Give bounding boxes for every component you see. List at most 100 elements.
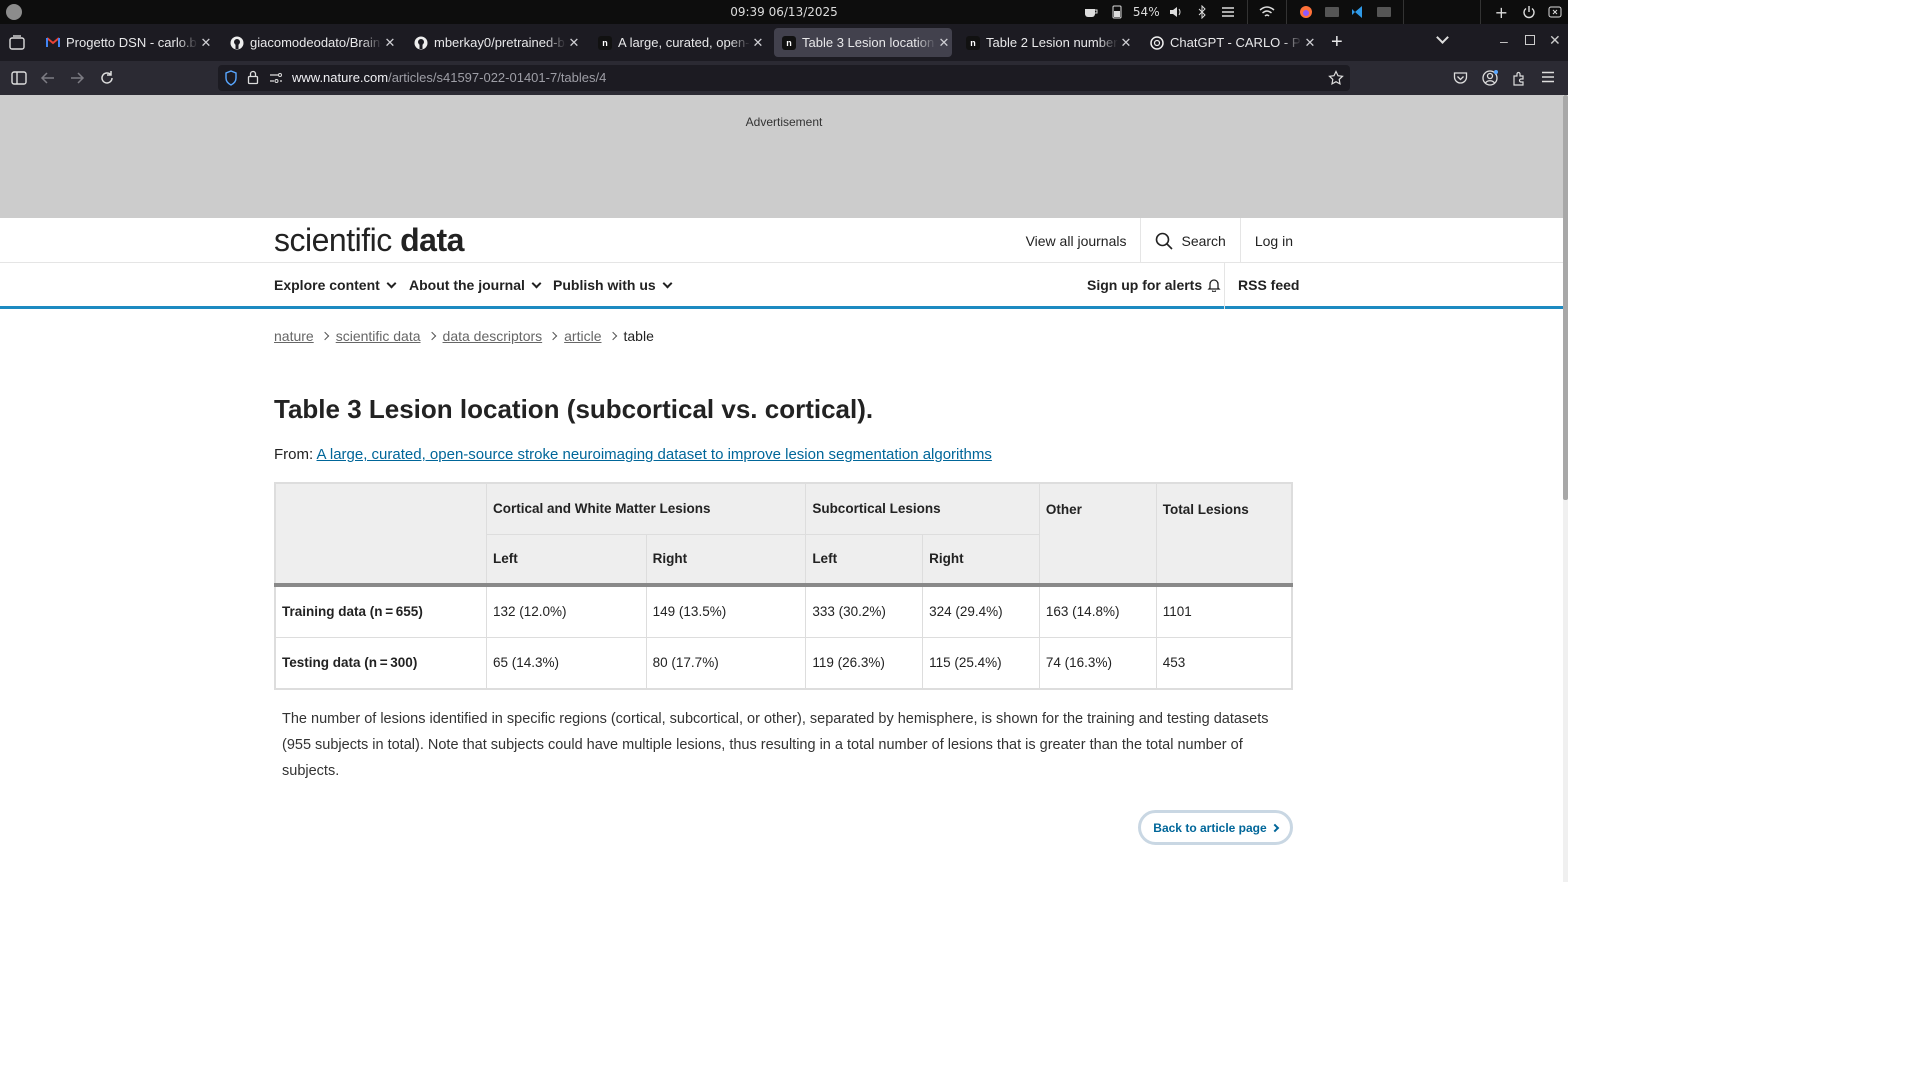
breadcrumb-article[interactable]: article [564,328,601,344]
tab-table-2[interactable]: n Table 2 Lesion number a ✕ [958,28,1134,57]
table-row: Training data (n = 655) 132 (12.0%) 149 … [274,584,1293,638]
from-label: From: [274,446,314,463]
tab-table-3[interactable]: n Table 3 Lesion location (s ✕ [774,28,952,57]
publish-with-us-menu[interactable]: Publish with us [553,277,673,293]
nature-icon: n [598,35,612,50]
breadcrumb-scientific-data[interactable]: scientific data [336,328,421,344]
bell-icon [1207,279,1221,292]
close-tab-icon[interactable]: ✕ [750,35,766,51]
close-tab-icon[interactable]: ✕ [1118,35,1134,51]
scrollbar-thumb[interactable] [1563,95,1568,500]
bluetooth-icon[interactable] [1194,5,1210,19]
back-to-article-button[interactable]: Back to article page [1138,810,1293,845]
search-button[interactable]: Search [1141,218,1239,263]
journal-header: scientific data View all journals Search… [0,218,1568,263]
browser-navigation-bar: www.nature.com/articles/s41597-022-01401… [0,61,1568,95]
table-cell: 333 (30.2%) [805,584,924,638]
list-all-tabs-icon[interactable] [1436,31,1449,44]
sidebar-toggle-icon[interactable] [9,68,29,88]
os-top-bar: 09:39 06/13/2025 54% + [0,0,1568,24]
terminal-icon[interactable] [1376,5,1392,19]
sign-up-alerts-link[interactable]: Sign up for alerts [1087,277,1221,293]
scientific-data-logo[interactable]: scientific data [274,222,464,259]
chevron-down-icon [662,278,673,288]
tab-article[interactable]: n A large, curated, open-so ✕ [590,28,766,57]
pocket-icon[interactable] [1453,71,1468,85]
about-journal-label: About the journal [409,277,525,293]
url-host: www.nature.com [292,70,389,85]
gmail-icon [46,36,60,50]
tab-github-pretrained[interactable]: mberkay0/pretrained-ba ✕ [406,28,582,57]
github-icon [230,36,244,50]
row-label-training: Training data (n = 655) [274,584,487,638]
terminal-icon[interactable] [1324,5,1340,19]
bookmark-star-icon[interactable] [1328,70,1344,86]
volume-icon[interactable] [1168,5,1184,19]
table-cell: 324 (29.4%) [922,584,1040,638]
close-tab-icon[interactable]: ✕ [936,35,952,51]
rss-feed-link[interactable]: RSS feed [1238,277,1299,293]
chevron-right-icon [608,331,617,341]
lock-icon[interactable] [247,70,259,85]
url-text[interactable]: www.nature.com/articles/s41597-022-01401… [292,70,606,85]
advertisement-label: Advertisement [745,115,823,129]
vscode-icon[interactable] [1350,5,1366,19]
battery-percent: 54% [1132,5,1160,19]
close-tab-icon[interactable]: ✕ [1302,35,1318,51]
lesion-location-table: Cortical and White Matter Lesions Subcor… [274,482,1293,690]
reload-icon[interactable] [97,68,117,88]
table-cell: 1101 [1155,584,1293,638]
tab-gmail[interactable]: Progetto DSN - carlo.bia ✕ [38,28,214,57]
exit-icon[interactable] [1547,5,1563,19]
wifi-icon[interactable] [1259,5,1275,19]
header-cortical-right: Right [645,533,807,587]
coffee-icon[interactable] [1083,5,1099,19]
from-line: From: A large, curated, open-source stro… [274,446,992,463]
tab-chatgpt[interactable]: ChatGPT - CARLO - Prog ✕ [1142,28,1318,57]
login-link[interactable]: Log in [1241,218,1293,263]
power-icon[interactable] [1521,5,1537,19]
breadcrumb: nature scientific data data descriptors … [274,328,654,344]
menu-lines-icon[interactable] [1220,5,1236,19]
restore-icon[interactable] [1525,35,1535,45]
chevron-right-icon [548,331,558,341]
browser-tab-strip: Progetto DSN - carlo.bia ✕ giacomodeodat… [0,24,1568,61]
row-label-testing: Testing data (n = 300) [274,636,487,690]
back-arrow-icon[interactable] [38,68,58,88]
firefox-icon[interactable] [1298,5,1314,19]
close-tab-icon[interactable]: ✕ [198,35,214,51]
shield-icon[interactable] [224,70,238,86]
hamburger-menu-icon[interactable] [1541,71,1555,83]
explore-content-menu[interactable]: Explore content [274,277,397,293]
battery-icon[interactable] [1109,5,1125,19]
new-tab-icon[interactable]: + [1331,31,1343,54]
view-all-journals-link[interactable]: View all journals [1012,218,1141,263]
minimize-icon[interactable]: – [1500,33,1508,49]
forward-arrow-icon[interactable] [67,68,87,88]
header-links: View all journals Search Log in [1012,218,1293,263]
close-tab-icon[interactable]: ✕ [566,35,582,51]
permissions-icon[interactable] [269,72,283,84]
extensions-icon[interactable] [1511,70,1527,86]
source-article-link[interactable]: A large, curated, open-source stroke neu… [317,446,992,463]
publish-label: Publish with us [553,277,656,293]
tab-title: Progetto DSN - carlo.bia [66,35,198,50]
breadcrumb-data-descriptors[interactable]: data descriptors [443,328,543,344]
table-cell: 453 [1155,636,1293,690]
add-workspace-icon[interactable]: + [1495,3,1508,22]
address-bar[interactable]: www.nature.com/articles/s41597-022-01401… [218,65,1350,91]
close-tab-icon[interactable]: ✕ [382,35,398,51]
page-scrollbar[interactable] [1563,95,1568,882]
table-cell: 163 (14.8%) [1038,584,1157,638]
account-icon[interactable] [1481,69,1499,87]
chevron-down-icon [386,278,397,288]
chevron-down-icon [531,278,542,288]
table-corner-header [274,482,487,587]
close-window-icon[interactable]: ✕ [1549,32,1561,49]
firefox-view-icon[interactable] [8,34,26,52]
about-journal-menu[interactable]: About the journal [409,277,542,293]
breadcrumb-nature[interactable]: nature [274,328,314,344]
table-cell: 74 (16.3%) [1038,636,1157,690]
tab-github-brain[interactable]: giacomodeodato/Brain-l ✕ [222,28,398,57]
back-button-label: Back to article page [1153,820,1267,835]
